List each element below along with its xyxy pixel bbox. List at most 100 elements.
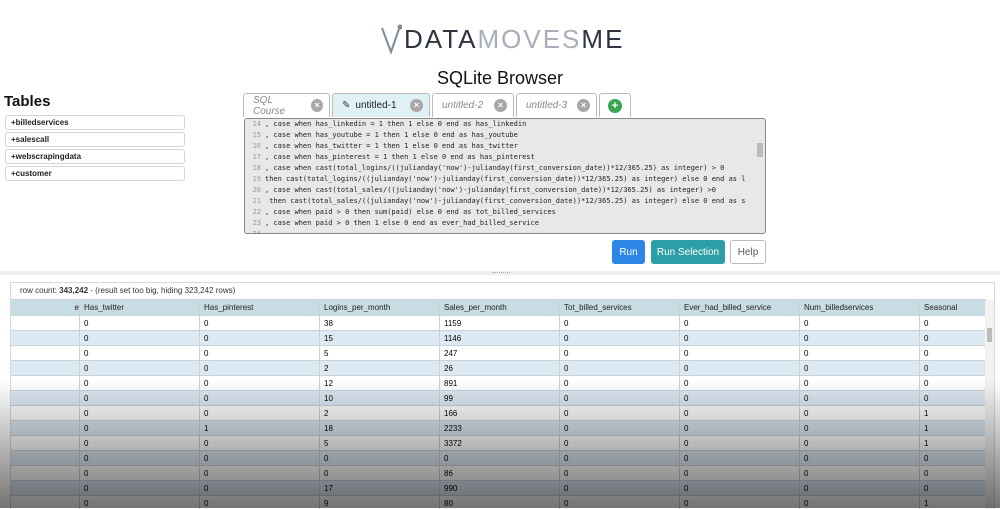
- table-row[interactable]: 0021660001: [10, 406, 986, 421]
- row-count: row count: 343,242 - (result set too big…: [11, 283, 994, 299]
- close-icon[interactable]: ×: [494, 99, 507, 112]
- table-cell: 0: [800, 481, 920, 496]
- table-row[interactable]: 001511460000: [10, 331, 986, 346]
- editor-line: 22, case when paid > 0 then sum(paid) el…: [245, 207, 765, 218]
- column-header[interactable]: Num_billedservices: [800, 300, 920, 316]
- results-scrollbar[interactable]: [985, 300, 994, 509]
- close-icon[interactable]: ×: [410, 99, 423, 112]
- table-row[interactable]: 00179900000: [10, 481, 986, 496]
- table-cell: [10, 436, 80, 451]
- table-cell: 0: [920, 316, 986, 331]
- table-cell: 0: [200, 346, 320, 361]
- table-cell: 0: [560, 391, 680, 406]
- run-button[interactable]: Run: [612, 240, 645, 264]
- table-row[interactable]: 003811590000: [10, 316, 986, 331]
- table-row[interactable]: 009800001: [10, 496, 986, 509]
- table-cell: [10, 331, 80, 346]
- table-cell: 18: [320, 421, 440, 436]
- editor-scrollbar[interactable]: [756, 121, 764, 231]
- table-cell: 0: [920, 391, 986, 406]
- table-cell: 0: [920, 481, 986, 496]
- table-cell: 0: [560, 406, 680, 421]
- column-header[interactable]: Tot_billed_services: [560, 300, 680, 316]
- tables-heading: Tables: [4, 93, 50, 110]
- table-item-salescall[interactable]: +salescall: [5, 132, 185, 147]
- tab-label: SQL Course: [253, 95, 302, 117]
- column-header[interactable]: Ever_had_billed_service: [680, 300, 800, 316]
- table-cell: [10, 346, 80, 361]
- table-cell: 0: [320, 451, 440, 466]
- scrollbar-thumb[interactable]: [757, 143, 763, 157]
- table-cell: 0: [680, 421, 800, 436]
- logo-v-icon: [380, 24, 402, 54]
- close-icon[interactable]: ×: [311, 99, 323, 112]
- table-cell: 0: [560, 361, 680, 376]
- plus-icon: +: [608, 99, 622, 113]
- add-tab-button[interactable]: +: [599, 93, 631, 117]
- scrollbar-thumb[interactable]: [987, 328, 992, 342]
- column-header[interactable]: Has_pinterest: [200, 300, 320, 316]
- table-cell: 0: [560, 481, 680, 496]
- table-cell: [10, 391, 80, 406]
- table-row[interactable]: 0010990000: [10, 391, 986, 406]
- table-cell: 0: [200, 391, 320, 406]
- table-cell: 0: [800, 346, 920, 361]
- table-cell: 0: [200, 451, 320, 466]
- table-row[interactable]: 000860000: [10, 466, 986, 481]
- column-header[interactable]: e: [10, 300, 80, 316]
- table-row[interactable]: 00128910000: [10, 376, 986, 391]
- table-cell: 0: [560, 331, 680, 346]
- table-cell: 1: [920, 436, 986, 451]
- table-cell: 0: [800, 421, 920, 436]
- tab-untitled-3[interactable]: untitled-3 ×: [516, 93, 597, 117]
- table-cell: 0: [560, 451, 680, 466]
- table-cell: 0: [200, 436, 320, 451]
- table-row[interactable]: 00000000: [10, 451, 986, 466]
- table-cell: 0: [80, 391, 200, 406]
- table-cell: 0: [680, 451, 800, 466]
- table-cell: 2233: [440, 421, 560, 436]
- table-cell: 0: [800, 406, 920, 421]
- table-cell: 0: [920, 466, 986, 481]
- table-cell: 0: [920, 376, 986, 391]
- tab-untitled-2[interactable]: untitled-2 ×: [432, 93, 514, 117]
- table-item-webscrapingdata[interactable]: +webscrapingdata: [5, 149, 185, 164]
- table-cell: 5: [320, 346, 440, 361]
- table-cell: 0: [80, 331, 200, 346]
- table-cell: 0: [920, 346, 986, 361]
- table-cell: 0: [680, 481, 800, 496]
- close-icon[interactable]: ×: [577, 99, 590, 112]
- run-selection-button[interactable]: Run Selection: [651, 240, 725, 264]
- table-cell: 0: [680, 346, 800, 361]
- table-cell: [10, 496, 80, 509]
- table-cell: 80: [440, 496, 560, 509]
- table-cell: 0: [800, 451, 920, 466]
- resize-handle[interactable]: [0, 271, 1000, 275]
- table-cell: 3372: [440, 436, 560, 451]
- help-button[interactable]: Help: [730, 240, 766, 264]
- editor-line: 14, case when has_linkedin = 1 then 1 el…: [245, 119, 765, 130]
- table-cell: 0: [680, 406, 800, 421]
- tab-sql-course[interactable]: SQL Course ×: [243, 93, 330, 117]
- column-header[interactable]: Has_twitter: [80, 300, 200, 316]
- table-cell: 0: [560, 436, 680, 451]
- column-header[interactable]: Logins_per_month: [320, 300, 440, 316]
- table-cell: 0: [200, 361, 320, 376]
- table-item-billedservices[interactable]: +billedservices: [5, 115, 185, 130]
- table-cell: 0: [680, 496, 800, 509]
- table-cell: 0: [800, 391, 920, 406]
- table-row[interactable]: 011822330001: [10, 421, 986, 436]
- tab-untitled-1[interactable]: ✎ untitled-1 ×: [332, 93, 430, 117]
- table-row[interactable]: 00533720001: [10, 436, 986, 451]
- sql-editor[interactable]: 14, case when has_linkedin = 1 then 1 el…: [244, 118, 766, 234]
- table-cell: 0: [80, 496, 200, 509]
- table-cell: 12: [320, 376, 440, 391]
- table-cell: 0: [200, 496, 320, 509]
- grip-icon: [492, 272, 510, 274]
- table-cell: 0: [800, 496, 920, 509]
- table-row[interactable]: 002260000: [10, 361, 986, 376]
- table-item-customer[interactable]: +customer: [5, 166, 185, 181]
- table-row[interactable]: 0052470000: [10, 346, 986, 361]
- column-header[interactable]: Seasonal: [920, 300, 986, 316]
- column-header[interactable]: Sales_per_month: [440, 300, 560, 316]
